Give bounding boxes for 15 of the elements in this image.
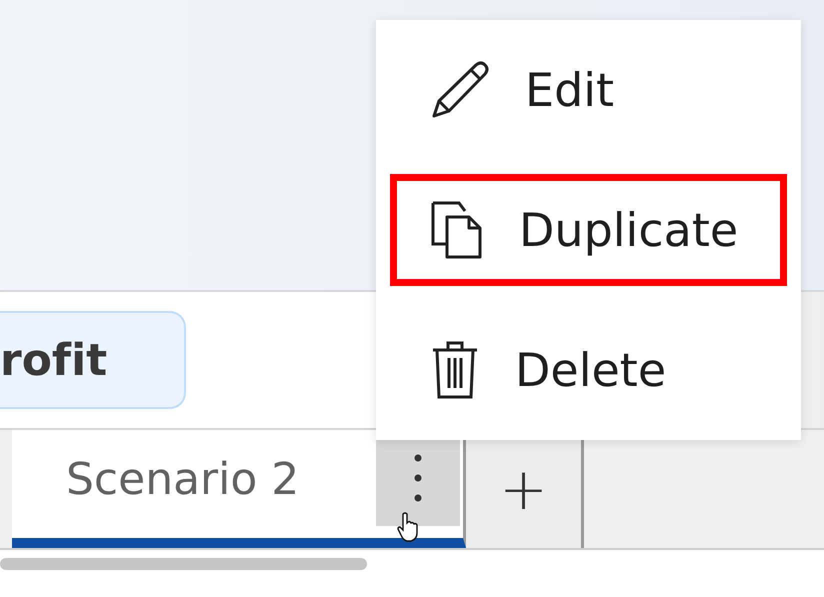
tab-label: Scenario 2: [66, 454, 300, 505]
trash-icon: [431, 340, 479, 400]
menu-item[interactable]: Edit: [390, 34, 787, 146]
filter-chip[interactable]: rofit: [0, 311, 186, 409]
copy-icon: [431, 201, 483, 259]
hand-cursor-icon: [396, 512, 420, 542]
menu-item[interactable]: Duplicate: [390, 174, 787, 286]
scrollbar-thumb[interactable]: [0, 558, 367, 570]
vertical-dots-icon: [413, 453, 423, 503]
menu-item-label: Duplicate: [519, 203, 738, 257]
tab[interactable]: Scenario 2: [12, 430, 466, 548]
pencil-icon: [431, 61, 489, 119]
menu-item[interactable]: Delete: [390, 314, 787, 426]
menu-item-label: Edit: [525, 63, 614, 117]
menu-item-label: Delete: [515, 343, 666, 397]
